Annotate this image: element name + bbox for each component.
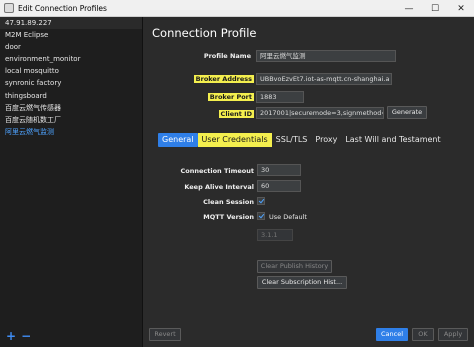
use-default-label: Use Default [269, 213, 307, 221]
ok-button[interactable]: OK [412, 328, 434, 341]
use-default-checkbox[interactable] [257, 212, 265, 220]
client-id-label: Client ID [218, 110, 254, 118]
profile-item[interactable]: door [0, 41, 142, 53]
keep-alive-input[interactable]: 60 [257, 180, 301, 192]
profile-item[interactable]: thingsboard [0, 90, 142, 102]
clean-session-checkbox[interactable] [257, 197, 265, 205]
profile-item[interactable]: 百度云燃气传感器 [0, 102, 142, 114]
remove-profile-icon[interactable]: − [21, 330, 31, 342]
keep-alive-label: Keep Alive Interval [184, 183, 254, 191]
close-button[interactable]: ✕ [448, 0, 474, 17]
tab-proxy[interactable]: Proxy [311, 133, 341, 147]
profile-actions: + − [6, 330, 31, 342]
profile-item[interactable]: 47.91.89.227 [0, 17, 142, 30]
title-bar: Edit Connection Profiles — ☐ ✕ [0, 0, 474, 17]
mqtt-version-select[interactable]: 3.1.1 [257, 229, 293, 241]
profile-list: 47.91.89.227 M2M Eclipse door environmen… [0, 17, 143, 347]
apply-button[interactable]: Apply [438, 328, 468, 341]
settings-tabs: General User Credentials SSL/TLS Proxy L… [158, 133, 445, 147]
clear-publish-history-button[interactable]: Clear Publish History [257, 260, 332, 273]
tab-general[interactable]: General [158, 133, 198, 147]
profile-item[interactable]: local mosquitto [0, 65, 142, 77]
broker-address-input[interactable]: UBBvoEzvEt7.iot-as-mqtt.cn-shanghai.a [256, 73, 392, 85]
tab-last-will[interactable]: Last Will and Testament [341, 133, 444, 147]
broker-port-label: Broker Port [207, 93, 254, 101]
connection-timeout-input[interactable]: 30 [257, 164, 301, 176]
cancel-button[interactable]: Cancel [376, 328, 408, 341]
profile-item-selected[interactable]: 阿里云燃气监测 [0, 126, 142, 138]
minimize-button[interactable]: — [396, 0, 422, 17]
broker-port-input[interactable]: 1883 [256, 91, 304, 103]
window-controls: — ☐ ✕ [396, 0, 474, 17]
profile-name-label: Profile Name [203, 52, 251, 60]
clean-session-label: Clean Session [203, 198, 254, 206]
tab-user-credentials[interactable]: User Credentials [197, 133, 272, 147]
profile-item[interactable]: synronic factory [0, 77, 142, 89]
broker-address-label: Broker Address [193, 75, 254, 83]
maximize-button[interactable]: ☐ [422, 0, 448, 17]
profile-item[interactable]: environment_monitor [0, 53, 142, 65]
page-title: Connection Profile [152, 26, 257, 40]
profile-name-input[interactable]: 阿里云燃气监测 [256, 50, 396, 62]
window-title: Edit Connection Profiles [18, 3, 107, 13]
mqtt-version-label: MQTT Version [203, 213, 254, 221]
add-profile-icon[interactable]: + [6, 330, 16, 342]
connection-timeout-label: Connection Timeout [180, 167, 255, 175]
profile-item[interactable]: M2M Eclipse [0, 29, 142, 41]
generate-button[interactable]: Generate [387, 106, 427, 119]
revert-button[interactable]: Revert [149, 328, 181, 341]
client-id-input[interactable]: 2017001|securemode=3,signmethod=h [256, 107, 384, 119]
clear-subscription-history-button[interactable]: Clear Subscription Hist... [257, 276, 347, 289]
app-icon [4, 3, 14, 13]
profile-editor: Connection Profile Profile Name 阿里云燃气监测 … [144, 17, 474, 347]
profile-item[interactable]: 百度云随机数工厂 [0, 114, 142, 126]
tab-ssl-tls[interactable]: SSL/TLS [272, 133, 312, 147]
